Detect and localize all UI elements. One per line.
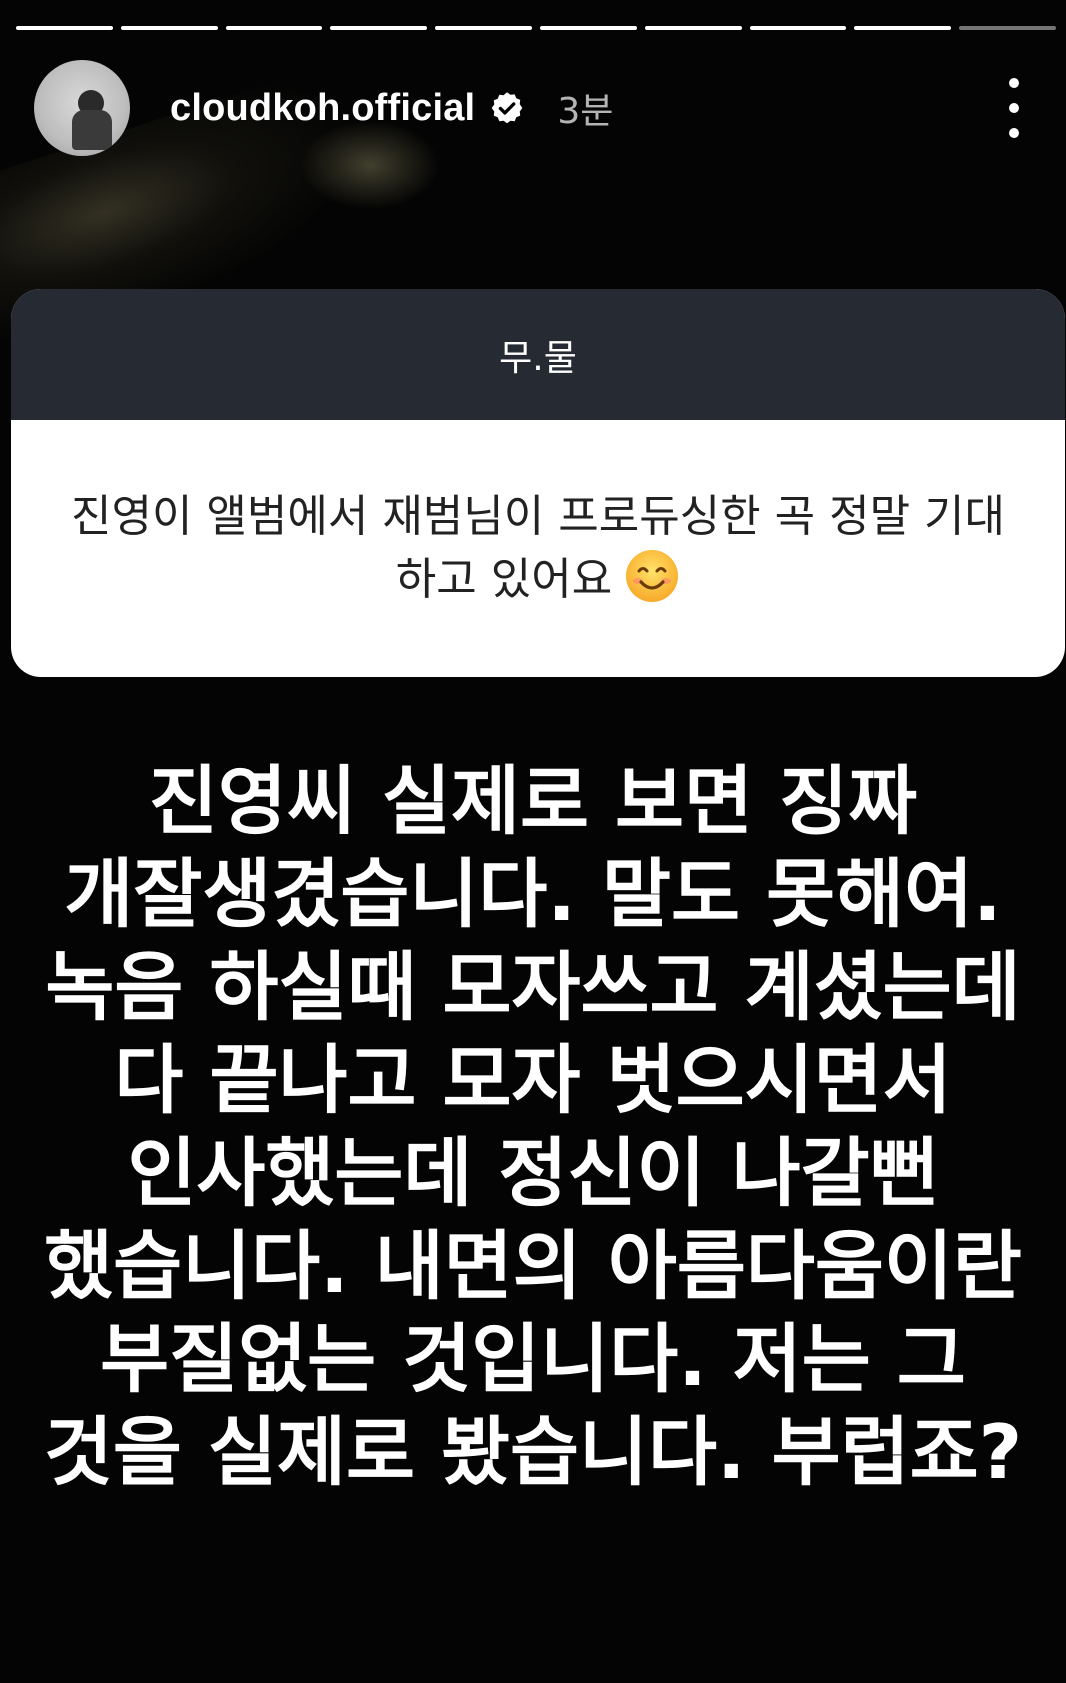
story-progress-bar [16,26,1056,30]
verified-badge-icon [489,90,525,126]
progress-segment [225,26,323,30]
progress-segment [120,26,218,30]
question-sticker-body: 진영이 앨범에서 재범님이 프로듀싱한 곡 정말 기대하고 있어요 [11,420,1065,677]
progress-segment [16,26,113,30]
progress-segment [959,26,1056,30]
progress-segment [330,26,428,30]
smiling-face-emoji-icon [624,548,680,604]
progress-segment [644,26,742,30]
question-sticker: 무.물 진영이 앨범에서 재범님이 프로듀싱한 곡 정말 기대하고 있어요 [11,289,1065,677]
progress-segment [749,26,847,30]
question-text: 진영이 앨범에서 재범님이 프로듀싱한 곡 정말 기대하고 있어요 [71,491,1005,605]
time-ago: 3분 [557,91,614,132]
avatar-figure-body [72,110,112,150]
progress-segment [539,26,637,30]
progress-segment [854,26,952,30]
progress-segment [435,26,532,30]
question-sticker-title: 무.물 [11,289,1065,420]
username[interactable]: cloudkoh.official [170,87,475,130]
answer-text: 진영씨 실제로 보면 징짜 개잘생겼습니다. 말도 못해여. 녹음 하실때 모자… [43,757,1023,1496]
story-header: cloudkoh.official 3분 [34,60,1034,156]
more-vertical-icon[interactable] [994,78,1034,138]
avatar[interactable] [34,60,130,156]
